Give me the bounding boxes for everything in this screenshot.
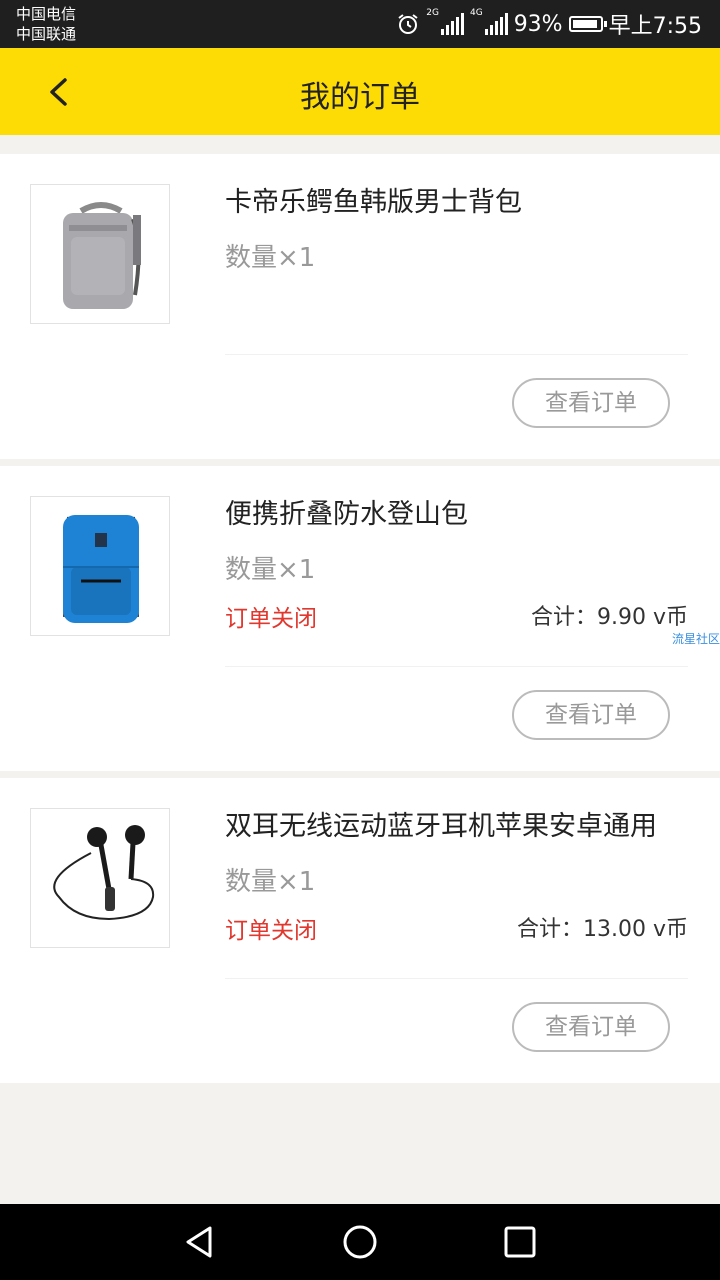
divider [225, 666, 688, 667]
product-name: 便携折叠防水登山包 [225, 499, 468, 530]
product-image[interactable] [30, 496, 170, 636]
signal-icon [484, 13, 508, 35]
app-bar: 我的订单 [0, 48, 720, 135]
carrier-2: 中国联通 [16, 25, 77, 43]
signal-icon [440, 13, 464, 35]
navigation-bar [0, 1204, 720, 1280]
order-status: 订单关闭 [225, 918, 317, 944]
product-name: 双耳无线运动蓝牙耳机苹果安卓通用 [225, 811, 657, 842]
gray-backpack-image [63, 202, 141, 309]
page-title: 我的订单 [300, 80, 420, 115]
order-total: 合计：9.90 v币 [531, 605, 688, 630]
order-total: 合计：13.00 v币 [517, 917, 688, 942]
carrier-info: 中国电信 中国联通 [16, 4, 76, 44]
battery-icon [568, 16, 607, 32]
product-image[interactable] [30, 808, 170, 948]
view-order-button[interactable]: 查看订单 [512, 378, 670, 428]
order-card: 卡帝乐鳄鱼韩版男士背包 数量×1 查看订单 [0, 154, 720, 459]
divider [225, 978, 688, 979]
divider [225, 354, 688, 355]
watermark-text: 流星社区 [671, 632, 720, 646]
recents-square-icon[interactable] [500, 1222, 540, 1262]
network-type-1: 2G [426, 8, 439, 18]
product-quantity: 数量×1 [225, 555, 316, 585]
order-card: 便携折叠防水登山包 数量×1 订单关闭 合计：9.90 v币 流星社区 查看订单 [0, 466, 720, 771]
product-quantity: 数量×1 [225, 867, 316, 897]
alarm-icon [398, 14, 418, 34]
battery-percent: 93% [513, 11, 563, 37]
status-icons: 2G 4G 93% 早上7:55 [396, 9, 702, 39]
network-type-2: 4G [469, 8, 483, 18]
product-quantity: 数量×1 [225, 243, 316, 273]
blue-backpack-image [63, 515, 139, 623]
product-name: 卡帝乐鳄鱼韩版男士背包 [225, 187, 522, 218]
view-order-button[interactable]: 查看订单 [512, 690, 670, 740]
order-card: 双耳无线运动蓝牙耳机苹果安卓通用 数量×1 订单关闭 合计：13.00 v币 查… [0, 778, 720, 1083]
black-earphones-image [53, 825, 155, 921]
battery-level [572, 20, 597, 28]
back-triangle-icon[interactable] [180, 1222, 220, 1262]
view-order-button[interactable]: 查看订单 [512, 1002, 670, 1052]
status-bar: 中国电信 中国联通 2G 4G 93% 早上7:55 [0, 0, 720, 48]
home-circle-icon[interactable] [340, 1222, 380, 1262]
product-image[interactable] [30, 184, 170, 324]
clock: 早上7:55 [608, 14, 702, 39]
carrier-1: 中国电信 [16, 5, 77, 23]
order-status: 订单关闭 [225, 606, 317, 632]
